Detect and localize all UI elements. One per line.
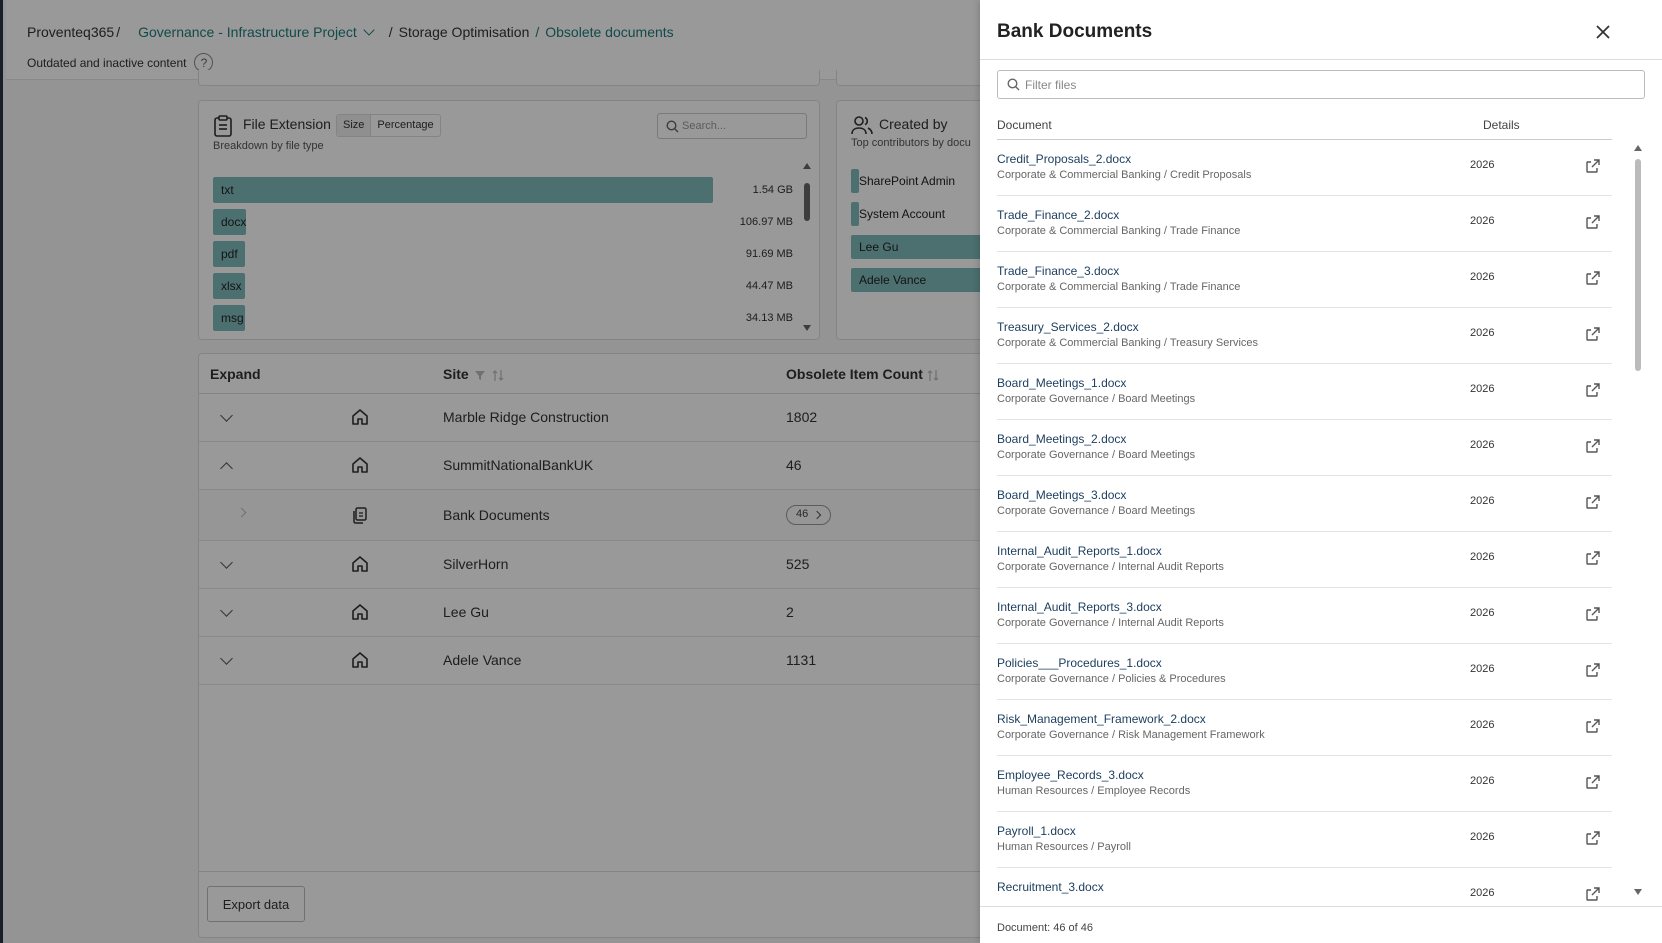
document-path: Corporate Governance / Internal Audit Re… <box>997 561 1224 573</box>
filter-files-input[interactable]: Filter files <box>997 70 1645 99</box>
external-link-icon[interactable] <box>1585 718 1601 737</box>
document-name[interactable]: Recruitment_3.docx <box>997 880 1104 894</box>
external-link-icon[interactable] <box>1585 774 1601 793</box>
document-name[interactable]: Employee_Records_3.docx <box>997 768 1144 782</box>
external-link-icon[interactable] <box>1585 382 1601 401</box>
document-row[interactable]: Payroll_1.docx Human Resources / Payroll 2… <box>997 812 1612 868</box>
document-year: 2026 <box>1470 663 1495 675</box>
external-link-icon[interactable] <box>1585 886 1601 905</box>
document-year: 2026 <box>1470 215 1495 227</box>
document-row[interactable]: Recruitment_3.docx 2026 <box>997 868 1612 906</box>
document-row[interactable]: Board_Meetings_2.docx Corporate Governanc… <box>997 420 1612 476</box>
close-icon[interactable] <box>1593 22 1613 42</box>
document-year: 2026 <box>1470 831 1495 843</box>
document-year: 2026 <box>1470 495 1495 507</box>
search-icon <box>1007 78 1020 91</box>
document-name[interactable]: Risk_Management_Framework_2.docx <box>997 712 1206 726</box>
document-row[interactable]: Credit_Proposals_2.docx Corporate & Comme… <box>997 140 1612 196</box>
document-name[interactable]: Trade_Finance_3.docx <box>997 264 1119 278</box>
modal-backdrop[interactable] <box>0 0 980 943</box>
external-link-icon[interactable] <box>1585 494 1601 513</box>
document-list-header: Document Details <box>997 118 1612 140</box>
document-path: Corporate Governance / Internal Audit Re… <box>997 617 1224 629</box>
external-link-icon[interactable] <box>1585 270 1601 289</box>
document-row[interactable]: Board_Meetings_3.docx Corporate Governanc… <box>997 476 1612 532</box>
document-name[interactable]: Board_Meetings_2.docx <box>997 432 1126 446</box>
external-link-icon[interactable] <box>1585 550 1601 569</box>
document-year: 2026 <box>1470 383 1495 395</box>
document-row[interactable]: Treasury_Services_2.docx Corporate & Comm… <box>997 308 1612 364</box>
document-name[interactable]: Board_Meetings_3.docx <box>997 488 1126 502</box>
bank-documents-panel: Bank Documents Filter files Document Det… <box>980 0 1662 943</box>
scrollbar-thumb[interactable] <box>1635 159 1641 371</box>
document-year: 2026 <box>1470 159 1495 171</box>
document-row[interactable]: Trade_Finance_2.docx Corporate & Commerci… <box>997 196 1612 252</box>
document-year: 2026 <box>1470 551 1495 563</box>
external-link-icon[interactable] <box>1585 214 1601 233</box>
document-path: Corporate Governance / Risk Management F… <box>997 729 1265 741</box>
document-row[interactable]: Policies___Procedures_1.docx Corporate Go… <box>997 644 1612 700</box>
external-link-icon[interactable] <box>1585 662 1601 681</box>
external-link-icon[interactable] <box>1585 158 1601 177</box>
document-path: Human Resources / Payroll <box>997 841 1131 853</box>
external-link-icon[interactable] <box>1585 830 1601 849</box>
document-year: 2026 <box>1470 327 1495 339</box>
document-path: Corporate Governance / Board Meetings <box>997 393 1196 405</box>
document-name[interactable]: Payroll_1.docx <box>997 824 1076 838</box>
header-document: Document <box>997 118 1052 132</box>
document-year: 2026 <box>1470 271 1495 283</box>
document-path: Corporate & Commercial Banking / Trade F… <box>997 281 1241 293</box>
document-name[interactable]: Credit_Proposals_2.docx <box>997 152 1131 166</box>
external-link-icon[interactable] <box>1585 606 1601 625</box>
document-name[interactable]: Policies___Procedures_1.docx <box>997 656 1162 670</box>
document-path: Corporate & Commercial Banking / Credit … <box>997 169 1252 181</box>
document-year: 2026 <box>1470 719 1495 731</box>
scroll-down-icon[interactable] <box>1634 889 1642 895</box>
document-row[interactable]: Risk_Management_Framework_2.docx Corporat… <box>997 700 1612 756</box>
document-path: Corporate Governance / Policies & Proced… <box>997 673 1226 685</box>
document-path: Corporate Governance / Board Meetings <box>997 449 1196 461</box>
document-list: Credit_Proposals_2.docx Corporate & Comme… <box>997 140 1612 906</box>
document-row[interactable]: Internal_Audit_Reports_1.docx Corporate G… <box>997 532 1612 588</box>
scroll-up-icon[interactable] <box>1634 145 1642 151</box>
document-row[interactable]: Internal_Audit_Reports_3.docx Corporate G… <box>997 588 1612 644</box>
document-name[interactable]: Internal_Audit_Reports_3.docx <box>997 600 1162 614</box>
document-row[interactable]: Trade_Finance_3.docx Corporate & Commerci… <box>997 252 1612 308</box>
document-year: 2026 <box>1470 775 1495 787</box>
document-name[interactable]: Internal_Audit_Reports_1.docx <box>997 544 1162 558</box>
panel-title: Bank Documents <box>997 21 1153 42</box>
document-year: 2026 <box>1470 607 1495 619</box>
document-row[interactable]: Employee_Records_3.docx Human Resources /… <box>997 756 1612 812</box>
document-path: Corporate & Commercial Banking / Trade F… <box>997 225 1241 237</box>
panel-footer: Document: 46 of 46 <box>980 906 1662 943</box>
document-year: 2026 <box>1470 439 1495 451</box>
document-name[interactable]: Trade_Finance_2.docx <box>997 208 1119 222</box>
document-path: Corporate Governance / Board Meetings <box>997 505 1196 517</box>
document-year: 2026 <box>1470 887 1495 899</box>
divider <box>980 59 1662 60</box>
document-path: Corporate & Commercial Banking / Treasur… <box>997 337 1259 349</box>
document-row[interactable]: Board_Meetings_1.docx Corporate Governanc… <box>997 364 1612 420</box>
scrollbar[interactable] <box>1634 145 1642 895</box>
external-link-icon[interactable] <box>1585 438 1601 457</box>
document-count: Document: 46 of 46 <box>997 922 1094 934</box>
document-name[interactable]: Board_Meetings_1.docx <box>997 376 1126 390</box>
document-name[interactable]: Treasury_Services_2.docx <box>997 320 1139 334</box>
document-path: Human Resources / Employee Records <box>997 785 1191 797</box>
external-link-icon[interactable] <box>1585 326 1601 345</box>
header-details: Details <box>1483 118 1520 132</box>
filter-placeholder: Filter files <box>1025 78 1077 92</box>
